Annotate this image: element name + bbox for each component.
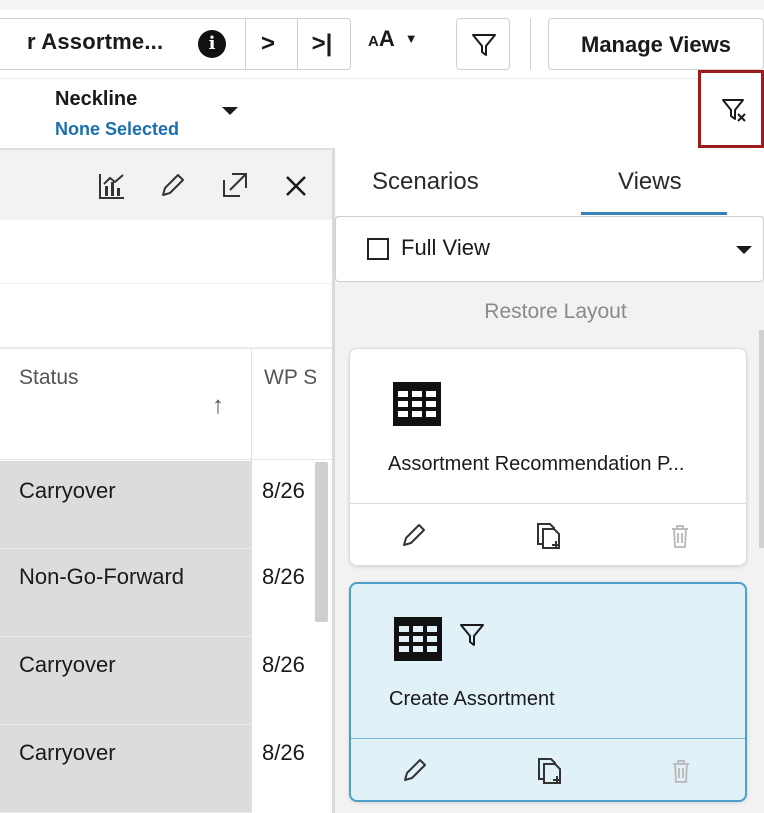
status-cell[interactable]: Carryover bbox=[19, 740, 116, 766]
view-selector[interactable]: Full View bbox=[335, 216, 764, 282]
filter-button[interactable] bbox=[456, 18, 510, 70]
delete-icon bbox=[672, 525, 688, 548]
last-button[interactable]: >| bbox=[302, 28, 342, 60]
column-divider bbox=[251, 348, 252, 813]
sort-ascending-icon[interactable]: ↑ bbox=[212, 392, 224, 420]
chevron-down-icon[interactable] bbox=[222, 107, 238, 115]
view-selector-label: Full View bbox=[401, 235, 490, 260]
wp-cell[interactable]: 8/26 bbox=[262, 740, 314, 766]
table-row[interactable] bbox=[0, 461, 251, 549]
views-panel: Scenarios Views Full View Restore Layout… bbox=[335, 148, 764, 813]
duplicate-icon[interactable] bbox=[533, 755, 565, 787]
view-card-actions bbox=[350, 503, 746, 565]
column-header-wp[interactable]: WP S bbox=[264, 366, 316, 390]
font-size-button[interactable]: AA ▼ bbox=[368, 26, 418, 62]
edit-icon[interactable] bbox=[397, 520, 429, 552]
active-tab-indicator bbox=[581, 212, 727, 215]
clear-filter-button[interactable] bbox=[698, 70, 764, 148]
filter-icon bbox=[460, 624, 484, 646]
clear-filter-icon bbox=[722, 99, 746, 122]
neckline-filter-value[interactable]: None Selected bbox=[55, 119, 179, 140]
expand-icon[interactable] bbox=[218, 170, 250, 202]
delete-icon bbox=[673, 760, 689, 783]
close-icon[interactable] bbox=[280, 170, 312, 202]
table-row[interactable] bbox=[0, 637, 251, 725]
grid-toolbar bbox=[0, 148, 334, 220]
top-strip bbox=[0, 0, 764, 10]
table-icon bbox=[393, 382, 441, 426]
table-row[interactable] bbox=[0, 725, 251, 813]
neckline-filter-label[interactable]: Neckline bbox=[55, 88, 137, 111]
manage-views-button[interactable]: Manage Views bbox=[548, 18, 764, 70]
full-view-checkbox[interactable] bbox=[367, 238, 389, 260]
wp-cell[interactable]: 8/26 bbox=[262, 652, 314, 678]
grid-scrollbar[interactable] bbox=[315, 462, 328, 622]
column-header-row bbox=[0, 348, 334, 460]
chevron-down-icon: ▼ bbox=[404, 31, 418, 46]
restore-layout-link[interactable]: Restore Layout bbox=[335, 300, 764, 324]
views-scrollbar[interactable] bbox=[759, 330, 764, 548]
font-size-small-glyph: A bbox=[368, 33, 379, 50]
view-card[interactable]: Assortment Recommendation P... bbox=[349, 348, 747, 566]
grid-panel: Status ↑ WP S Carryover 8/26 Non-Go-Forw… bbox=[0, 148, 334, 813]
context-title[interactable]: r Assortme... bbox=[27, 29, 163, 55]
info-icon[interactable]: i bbox=[198, 30, 226, 58]
divider bbox=[245, 18, 246, 70]
view-card-actions bbox=[351, 738, 745, 800]
chart-icon[interactable] bbox=[96, 170, 128, 202]
panel-tabs: Scenarios Views bbox=[335, 148, 764, 216]
font-size-large-glyph: A bbox=[378, 26, 395, 51]
status-cell[interactable]: Carryover bbox=[19, 478, 116, 504]
filter-bar: Neckline None Selected bbox=[0, 78, 764, 148]
view-card-selected[interactable]: Create Assortment bbox=[349, 582, 747, 802]
wp-cell[interactable]: 8/26 bbox=[262, 478, 314, 504]
status-cell[interactable]: Carryover bbox=[19, 652, 116, 678]
divider bbox=[297, 18, 298, 70]
chevron-down-icon[interactable] bbox=[736, 246, 752, 254]
column-header-status[interactable]: Status bbox=[19, 366, 79, 390]
edit-icon[interactable] bbox=[156, 170, 188, 202]
filter-icon bbox=[472, 34, 496, 56]
grid-blank-row bbox=[0, 220, 334, 284]
status-cell[interactable]: Non-Go-Forward bbox=[19, 564, 184, 590]
grid-blank-row bbox=[0, 284, 334, 348]
view-card-title: Create Assortment bbox=[389, 688, 555, 710]
tab-views[interactable]: Views bbox=[618, 168, 682, 196]
tab-scenarios[interactable]: Scenarios bbox=[372, 168, 479, 196]
duplicate-icon[interactable] bbox=[532, 520, 564, 552]
view-card-title: Assortment Recommendation P... bbox=[388, 453, 685, 475]
table-icon bbox=[394, 617, 442, 661]
table-row[interactable] bbox=[0, 549, 251, 637]
next-button[interactable]: > bbox=[248, 28, 288, 60]
divider bbox=[530, 18, 531, 70]
wp-cell[interactable]: 8/26 bbox=[262, 564, 314, 590]
top-toolbar: r Assortme... i > >| AA ▼ Manage Views bbox=[0, 0, 764, 78]
edit-icon[interactable] bbox=[398, 755, 430, 787]
